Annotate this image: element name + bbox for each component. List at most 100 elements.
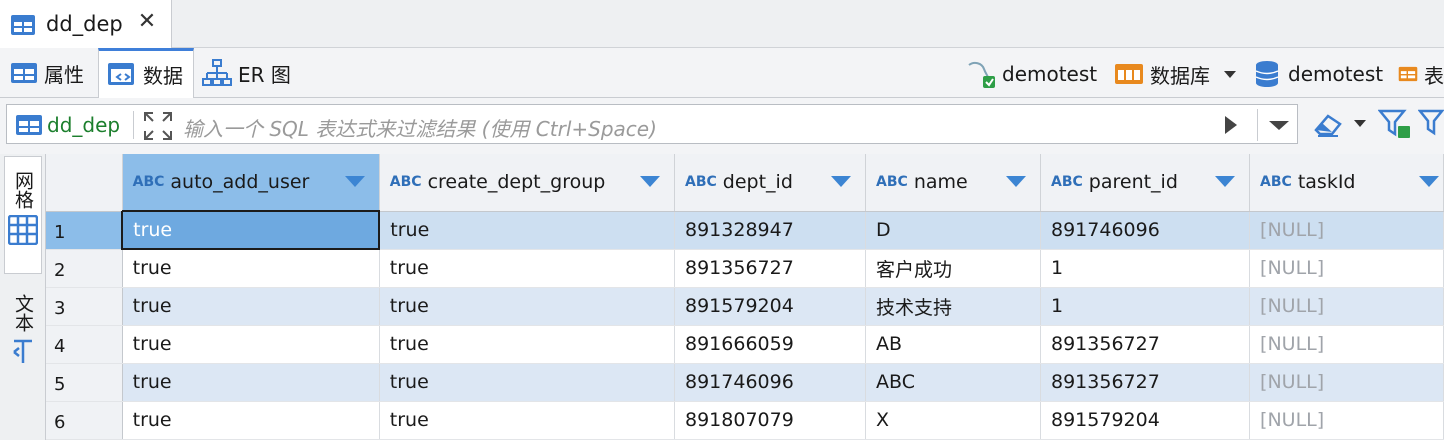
er-diagram-icon — [202, 59, 232, 86]
sort-arrow-icon[interactable] — [344, 176, 365, 187]
string-type-icon: ABC — [132, 174, 165, 190]
table-cell[interactable]: true — [379, 363, 676, 402]
filter-bar: dd_dep 输入一个 SQL 表达式来过滤结果 (使用 Ctrl+Space) — [0, 98, 1444, 154]
table-cell[interactable]: [NULL] — [1249, 249, 1444, 288]
column-name: dept_id — [722, 171, 793, 194]
column-header-dept-id[interactable]: ABC dept_id — [674, 154, 867, 212]
column-name: parent_id — [1088, 171, 1178, 194]
string-type-icon: ABC — [389, 174, 422, 191]
sort-arrow-icon[interactable] — [1215, 176, 1236, 187]
table-cell[interactable]: true — [379, 325, 676, 364]
play-icon[interactable] — [1219, 113, 1243, 137]
database-name: demotest — [1288, 62, 1384, 86]
table-cell[interactable]: [NULL] — [1249, 211, 1444, 250]
table-cell[interactable]: true — [379, 401, 676, 440]
row-number[interactable]: 6 — [46, 401, 123, 440]
table-cell[interactable]: 1 — [1040, 249, 1251, 288]
table-cell[interactable]: 891746096 — [674, 363, 867, 402]
chevron-down-icon[interactable] — [1224, 70, 1236, 78]
editor-tab-bar: dd_dep ✕ — [0, 0, 1444, 48]
properties-icon — [11, 63, 37, 83]
string-type-icon: ABC — [876, 174, 908, 191]
column-header-parent-id[interactable]: ABC parent_id — [1040, 154, 1251, 212]
table-cell[interactable]: [NULL] — [1249, 363, 1444, 402]
close-icon[interactable]: ✕ — [135, 10, 159, 34]
table-name-partial: 表 — [1424, 63, 1444, 87]
table-cell[interactable]: true — [122, 249, 380, 288]
filter-input[interactable]: dd_dep 输入一个 SQL 表达式来过滤结果 (使用 Ctrl+Space) — [6, 104, 1298, 144]
sort-arrow-icon[interactable] — [831, 176, 852, 187]
eraser-icon[interactable] — [1312, 110, 1346, 138]
tab-data-label: 数据 — [143, 64, 183, 88]
table-cell[interactable]: true — [121, 210, 381, 250]
editor-tab-dd-dep[interactable]: dd_dep ✕ — [0, 0, 172, 48]
table-row[interactable]: 4 true true 891666059 AB 891356727 [NULL… — [46, 325, 1444, 364]
table-cell[interactable]: 技术支持 — [865, 287, 1041, 326]
row-number[interactable]: 2 — [46, 249, 123, 288]
column-header-create-dept-group[interactable]: ABC create_dept_group — [379, 154, 676, 212]
table-cell[interactable]: 891356727 — [1040, 363, 1251, 402]
table-cell[interactable]: true — [379, 249, 676, 288]
table-row[interactable]: 1 true true 891328947 D 891746096 [NULL] — [46, 210, 1444, 250]
header-row: ABC auto_add_user ABC create_dept_group AB… — [46, 154, 1444, 212]
row-number[interactable]: 4 — [46, 325, 123, 364]
side-tab-grid[interactable]: 网格 — [4, 156, 42, 274]
tab-data[interactable]: 数据 — [98, 48, 194, 98]
table-cell[interactable]: 891807079 — [674, 401, 867, 440]
table-selector[interactable]: 表 — [1398, 62, 1444, 86]
tab-properties[interactable]: 属性 — [0, 48, 98, 98]
chevron-down-icon[interactable] — [1265, 113, 1293, 137]
view-tab-bar: 属性 数据 ER 图 demotest 数据库 demotest 表 — [0, 48, 1444, 98]
table-cell[interactable]: [NULL] — [1249, 325, 1444, 364]
sort-arrow-icon[interactable] — [1006, 176, 1026, 187]
table-cell[interactable]: D — [865, 211, 1041, 250]
column-header-name[interactable]: ABC name — [865, 154, 1041, 212]
connection-selector[interactable]: demotest — [966, 61, 1098, 88]
table-cell[interactable]: 891328947 — [674, 211, 867, 250]
filter-icon[interactable] — [1418, 108, 1444, 138]
sort-arrow-icon[interactable] — [640, 176, 660, 187]
table-cell[interactable]: ABC — [865, 363, 1041, 402]
database-selector[interactable]: demotest — [1254, 61, 1384, 87]
table-cell[interactable]: 891579204 — [1040, 401, 1251, 440]
expand-icon[interactable] — [143, 111, 173, 141]
table-cell[interactable]: X — [865, 401, 1041, 440]
table-cell[interactable]: 891579204 — [674, 287, 867, 326]
side-tab-text[interactable]: 文本 — [4, 294, 42, 394]
table-cell[interactable]: true — [122, 401, 380, 440]
table-cell[interactable]: 客户成功 — [865, 249, 1041, 288]
table-row[interactable]: 2 true true 891356727 客户成功 1 [NULL] — [46, 249, 1444, 288]
chevron-down-icon[interactable] — [1354, 120, 1366, 127]
row-number[interactable]: 5 — [46, 363, 123, 402]
filter-save-icon[interactable] — [1378, 108, 1412, 140]
table-cell[interactable]: AB — [865, 325, 1041, 364]
text-icon — [13, 339, 32, 363]
tab-properties-label: 属性 — [44, 62, 84, 87]
table-row[interactable]: 3 true true 891579204 技术支持 1 [NULL] — [46, 287, 1444, 326]
connection-name: demotest — [1002, 62, 1098, 86]
row-number-header[interactable] — [46, 154, 123, 212]
presentation-panel: 网格 文本 — [0, 154, 46, 440]
table-cell[interactable]: 891666059 — [674, 325, 867, 364]
table-cell[interactable]: [NULL] — [1249, 401, 1444, 440]
database-type-selector[interactable]: 数据库 — [1114, 62, 1236, 88]
table-cell[interactable]: [NULL] — [1249, 287, 1444, 326]
sort-arrow-icon[interactable] — [1419, 176, 1439, 187]
table-cell[interactable]: 891356727 — [1040, 325, 1251, 364]
table-row[interactable]: 5 true true 891746096 ABC 891356727 [NUL… — [46, 363, 1444, 402]
table-cell[interactable]: true — [122, 363, 380, 402]
table-cell[interactable]: true — [379, 211, 676, 250]
tab-er-diagram[interactable]: ER 图 — [196, 48, 304, 98]
results-table: ABC auto_add_user ABC create_dept_group AB… — [46, 154, 1444, 440]
table-cell[interactable]: true — [122, 325, 380, 364]
row-number[interactable]: 1 — [46, 211, 123, 250]
column-header-taskid[interactable]: ABC taskId — [1249, 154, 1444, 212]
table-cell[interactable]: 891356727 — [674, 249, 867, 288]
table-row[interactable]: 6 true true 891807079 X 891579204 [NULL] — [46, 401, 1444, 440]
row-number[interactable]: 3 — [46, 287, 123, 326]
column-header-auto-add-user[interactable]: ABC auto_add_user — [122, 154, 380, 212]
table-cell[interactable]: true — [379, 287, 676, 326]
table-cell[interactable]: true — [122, 287, 380, 326]
table-cell[interactable]: 1 — [1040, 287, 1251, 326]
table-cell[interactable]: 891746096 — [1040, 211, 1251, 250]
